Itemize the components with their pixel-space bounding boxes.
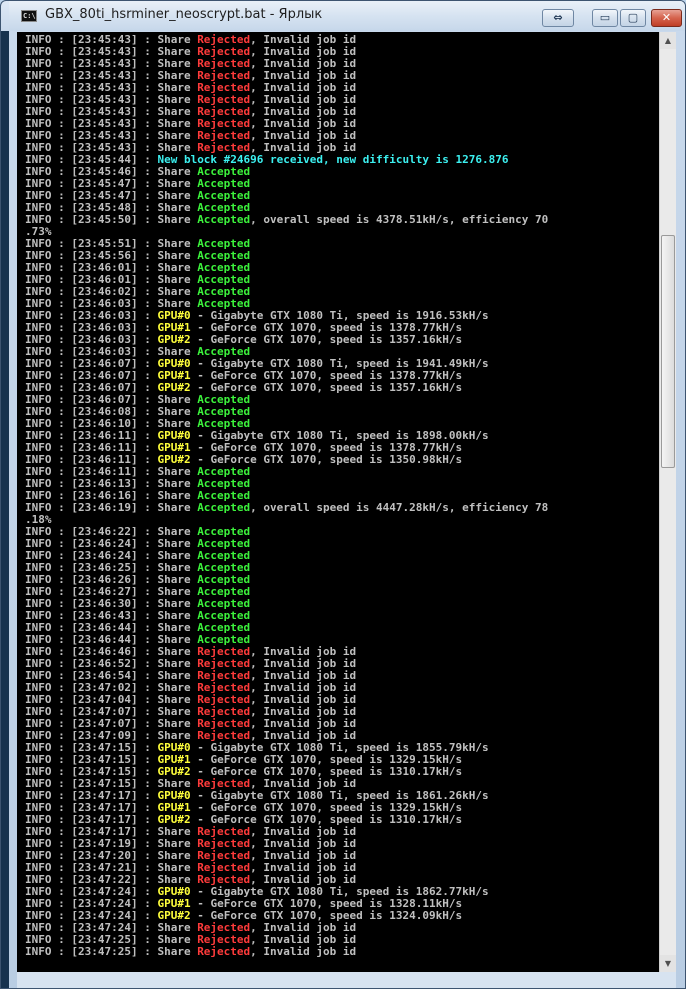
- log-status-red: Rejected: [197, 945, 251, 958]
- scroll-up-icon[interactable]: ▲: [660, 32, 676, 49]
- close-button[interactable]: ✕: [651, 9, 682, 27]
- console-output[interactable]: INFO : [23:45:43] : Share Rejected, Inva…: [17, 32, 659, 972]
- log-status-green: Accepted: [197, 213, 251, 226]
- log-text: , overall speed is 4447.28kH/s, efficien…: [250, 501, 549, 514]
- scroll-thumb[interactable]: [661, 235, 675, 469]
- log-line: INFO : [23:46:19] : Share Accepted, over…: [25, 502, 548, 514]
- minimize-button[interactable]: ▭: [592, 9, 618, 27]
- scroll-down-icon[interactable]: ▼: [660, 955, 676, 972]
- window-title: GBX_80ti_hsrminer_neoscrypt.bat - Ярлык: [45, 7, 323, 22]
- maximize-button[interactable]: ▢: [620, 9, 646, 27]
- restore-button[interactable]: ⇔: [542, 9, 574, 27]
- window-bottom-frame: [17, 972, 676, 988]
- log-lines: INFO : [23:45:43] : Share Rejected, Inva…: [25, 34, 548, 958]
- console-app-icon[interactable]: C:\: [21, 10, 37, 22]
- console-window: C:\ GBX_80ti_hsrminer_neoscrypt.bat - Яр…: [0, 0, 686, 989]
- log-line: INFO : [23:47:25] : Share Rejected, Inva…: [25, 946, 548, 958]
- log-line: INFO : [23:45:50] : Share Accepted, over…: [25, 214, 548, 226]
- log-text: , overall speed is 4378.51kH/s, efficien…: [250, 213, 549, 226]
- desktop-background-strip: [1, 31, 9, 988]
- log-text: INFO : [23:47:25] : Share: [25, 945, 198, 958]
- log-status-green: Accepted: [197, 501, 251, 514]
- vertical-scrollbar[interactable]: ▲ ▼: [659, 32, 676, 972]
- title-bar[interactable]: C:\ GBX_80ti_hsrminer_neoscrypt.bat - Яр…: [9, 1, 685, 31]
- log-text: , Invalid job id: [250, 945, 357, 958]
